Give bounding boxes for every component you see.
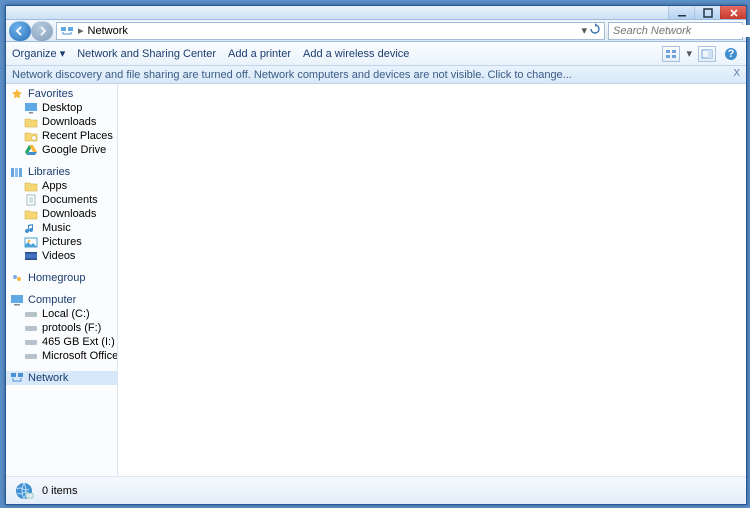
folder-icon xyxy=(24,180,38,192)
homegroup-group[interactable]: Homegroup xyxy=(6,271,117,285)
status-bar: 0 items xyxy=(6,476,746,504)
add-wireless-link[interactable]: Add a wireless device xyxy=(303,48,409,60)
chevron-down-icon[interactable]: ▾ xyxy=(581,24,587,37)
item-label: Documents xyxy=(42,194,98,206)
star-icon xyxy=(10,88,24,100)
item-label: Desktop xyxy=(42,102,82,114)
computer-group[interactable]: Computer xyxy=(6,293,117,307)
refresh-icon[interactable] xyxy=(589,23,601,38)
preview-pane-button[interactable] xyxy=(698,46,716,62)
item-label: Google Drive xyxy=(42,144,106,156)
item-label: Pictures xyxy=(42,236,82,248)
music-icon xyxy=(24,222,38,234)
item-label: Downloads xyxy=(42,116,96,128)
desktop-icon xyxy=(24,102,38,114)
item-label: Recent Places xyxy=(42,130,113,142)
notification-close-button[interactable]: X xyxy=(733,68,740,79)
item-label: Music xyxy=(42,222,71,234)
add-printer-link[interactable]: Add a printer xyxy=(228,48,291,60)
back-button[interactable] xyxy=(9,21,31,41)
help-button[interactable]: ? xyxy=(722,46,740,62)
item-label: protools (F:) xyxy=(42,322,101,334)
item-label: 465 GB Ext (I:) xyxy=(42,336,115,348)
libraries-icon xyxy=(10,166,24,178)
maximize-button[interactable] xyxy=(694,6,720,19)
item-label: Microsoft Office Click-to-R xyxy=(42,350,117,362)
item-label: Apps xyxy=(42,180,67,192)
notification-text: Network discovery and file sharing are t… xyxy=(12,69,572,81)
sidebar-item-local-c[interactable]: Local (C:) xyxy=(6,307,117,321)
documents-icon xyxy=(24,194,38,206)
sidebar-item-music[interactable]: Music xyxy=(6,221,117,235)
search-box[interactable] xyxy=(608,22,743,40)
computer-icon xyxy=(10,294,24,306)
network-sharing-center-link[interactable]: Network and Sharing Center xyxy=(77,48,216,60)
titlebar xyxy=(6,6,746,20)
item-label: Local (C:) xyxy=(42,308,90,320)
sidebar-item-gdrive[interactable]: Google Drive xyxy=(6,143,117,157)
folder-icon xyxy=(24,208,38,220)
group-label: Computer xyxy=(28,294,76,306)
group-label: Network xyxy=(28,372,68,384)
sidebar-item-ext-i[interactable]: 465 GB Ext (I:) xyxy=(6,335,117,349)
drive-icon xyxy=(24,336,38,348)
folder-icon xyxy=(24,116,38,128)
view-options-button[interactable] xyxy=(662,46,680,62)
item-label: Videos xyxy=(42,250,75,262)
breadcrumb-location: Network xyxy=(88,25,128,37)
network-icon xyxy=(10,372,24,384)
sidebar-item-desktop[interactable]: Desktop xyxy=(6,101,117,115)
pictures-icon xyxy=(24,236,38,248)
network-icon xyxy=(60,24,74,38)
recent-icon xyxy=(24,130,38,142)
favorites-group[interactable]: Favorites xyxy=(6,87,117,101)
breadcrumb[interactable]: ▸ Network ▾ xyxy=(56,22,605,40)
homegroup-icon xyxy=(10,272,24,284)
libraries-group[interactable]: Libraries xyxy=(6,165,117,179)
search-input[interactable] xyxy=(613,25,750,37)
toolbar: Organize ▾ Network and Sharing Center Ad… xyxy=(6,42,746,66)
drive-icon xyxy=(24,322,38,334)
status-text: 0 items xyxy=(42,485,77,497)
content-pane xyxy=(118,84,746,476)
group-label: Favorites xyxy=(28,88,73,100)
explorer-window: ▸ Network ▾ Organize ▾ Network and Shari… xyxy=(5,5,747,505)
address-bar: ▸ Network ▾ xyxy=(6,20,746,42)
gdrive-icon xyxy=(24,144,38,156)
sidebar-item-protools-f[interactable]: protools (F:) xyxy=(6,321,117,335)
chevron-down-icon[interactable]: ▾ xyxy=(686,47,692,60)
minimize-button[interactable] xyxy=(668,6,694,19)
drive-icon xyxy=(24,308,38,320)
sidebar-item-recent[interactable]: Recent Places xyxy=(6,129,117,143)
group-label: Libraries xyxy=(28,166,70,178)
svg-text:?: ? xyxy=(728,48,735,60)
sidebar-item-documents[interactable]: Documents xyxy=(6,193,117,207)
sidebar-item-downloads2[interactable]: Downloads xyxy=(6,207,117,221)
sidebar-item-downloads[interactable]: Downloads xyxy=(6,115,117,129)
sidebar-item-office[interactable]: Microsoft Office Click-to-R xyxy=(6,349,117,363)
close-button[interactable] xyxy=(720,6,746,19)
sidebar-item-pictures[interactable]: Pictures xyxy=(6,235,117,249)
sidebar-item-videos[interactable]: Videos xyxy=(6,249,117,263)
videos-icon xyxy=(24,250,38,262)
item-label: Downloads xyxy=(42,208,96,220)
drive-icon xyxy=(24,350,38,362)
forward-button[interactable] xyxy=(31,21,53,41)
breadcrumb-separator: ▸ xyxy=(78,24,84,37)
notification-bar[interactable]: Network discovery and file sharing are t… xyxy=(6,66,746,84)
body: Favorites Desktop Downloads Recent Place… xyxy=(6,84,746,476)
sidebar-item-apps[interactable]: Apps xyxy=(6,179,117,193)
group-label: Homegroup xyxy=(28,272,85,284)
network-globe-icon xyxy=(14,481,34,501)
organize-menu[interactable]: Organize ▾ xyxy=(12,47,65,60)
network-group[interactable]: Network xyxy=(6,371,117,385)
navigation-pane: Favorites Desktop Downloads Recent Place… xyxy=(6,84,118,476)
